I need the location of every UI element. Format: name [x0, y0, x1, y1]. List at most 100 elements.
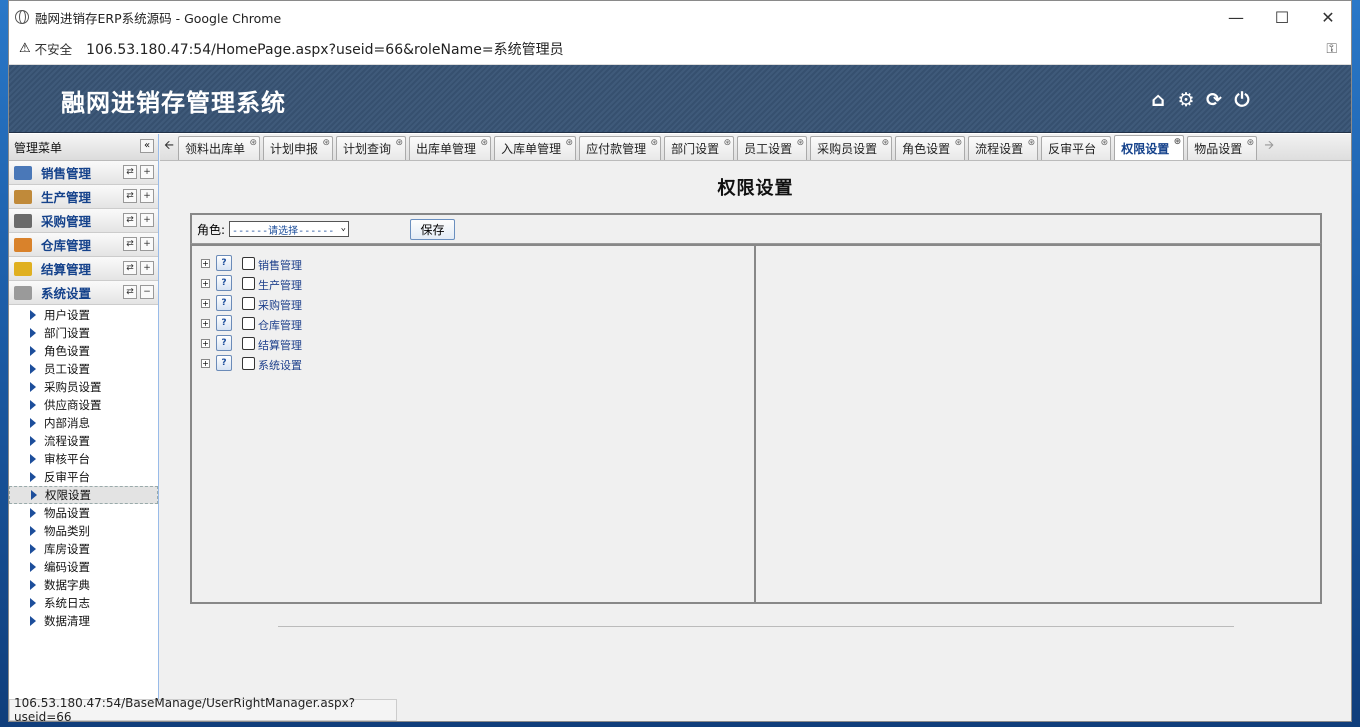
submenu-item[interactable]: 审核平台: [9, 450, 158, 468]
refresh-small-icon[interactable]: ⇄: [123, 213, 137, 227]
tree-checkbox[interactable]: [242, 316, 255, 330]
refresh-small-icon[interactable]: ⇄: [123, 165, 137, 179]
close-button[interactable]: ✕: [1305, 1, 1351, 33]
url-text[interactable]: 106.53.180.47:54/HomePage.aspx?useid=66&…: [86, 39, 563, 59]
tab-picking-outbound[interactable]: 领料出库单 ⊛: [178, 136, 261, 160]
submenu-item[interactable]: 用户设置: [9, 306, 158, 324]
expand-icon[interactable]: +: [140, 165, 154, 179]
submenu-item[interactable]: 系统日志: [9, 594, 158, 612]
close-icon[interactable]: ⊛: [724, 138, 732, 148]
expand-icon[interactable]: +: [201, 318, 210, 328]
module-system[interactable]: 系统设置 ⇄ −: [9, 281, 158, 305]
submenu-item[interactable]: 反审平台: [9, 468, 158, 486]
tree-checkbox[interactable]: [242, 356, 255, 370]
close-icon[interactable]: ⊛: [882, 138, 890, 148]
tree-checkbox[interactable]: [242, 256, 255, 270]
expand-icon[interactable]: +: [140, 261, 154, 275]
submenu-item[interactable]: 角色设置: [9, 342, 158, 360]
warning-icon[interactable]: ⚠: [19, 41, 31, 56]
close-icon[interactable]: ⊛: [566, 138, 574, 148]
role-select[interactable]: ------请选择------ ⌄: [229, 221, 350, 237]
submenu-item[interactable]: 部门设置: [9, 324, 158, 342]
submenu-item[interactable]: 编码设置: [9, 558, 158, 576]
expand-icon[interactable]: +: [140, 213, 154, 227]
refresh-small-icon[interactable]: ⇄: [123, 261, 137, 275]
module-settlement[interactable]: 结算管理 ⇄ +: [9, 257, 158, 281]
tree-label[interactable]: 采购管理: [258, 297, 302, 313]
tab-plan-query[interactable]: 计划查询 ⊛: [336, 136, 407, 160]
tab-buyer[interactable]: 采购员设置 ⊛: [810, 136, 893, 160]
insecure-label[interactable]: 不安全: [35, 39, 73, 58]
close-icon[interactable]: ⊛: [651, 138, 659, 148]
tree-checkbox[interactable]: [242, 276, 255, 290]
tab-role[interactable]: 角色设置 ⊛: [895, 136, 966, 160]
minimize-button[interactable]: —: [1213, 1, 1259, 33]
module-purchase[interactable]: 采购管理 ⇄ +: [9, 209, 158, 233]
close-icon[interactable]: ⊛: [396, 138, 404, 148]
close-icon[interactable]: ⊛: [1174, 137, 1182, 147]
save-button[interactable]: 保存: [410, 218, 456, 240]
expand-icon[interactable]: +: [201, 258, 210, 268]
submenu-item[interactable]: 流程设置: [9, 432, 158, 450]
tree-label[interactable]: 销售管理: [258, 257, 302, 273]
tab-inbound-manage[interactable]: 入库单管理 ⊛: [494, 136, 577, 160]
tab-scroll-left-icon[interactable]: 🡨: [160, 133, 178, 160]
module-sales[interactable]: 销售管理 ⇄ +: [9, 161, 158, 185]
tab-permissions[interactable]: 权限设置 ⊛: [1114, 135, 1185, 160]
submenu-item-active[interactable]: 权限设置: [9, 486, 158, 504]
tab-employee[interactable]: 员工设置 ⊛: [737, 136, 808, 160]
close-icon[interactable]: ⊛: [1101, 138, 1109, 148]
submenu-item[interactable]: 库房设置: [9, 540, 158, 558]
submenu-item[interactable]: 数据清理: [9, 612, 158, 630]
tab-item-settings[interactable]: 物品设置 ⊛: [1187, 136, 1258, 160]
refresh-small-icon[interactable]: ⇄: [123, 237, 137, 251]
collapse-icon[interactable]: −: [140, 285, 154, 299]
close-icon[interactable]: ⊛: [1247, 138, 1255, 148]
tree-node[interactable]: +? 仓库管理: [201, 313, 754, 333]
expand-icon[interactable]: +: [201, 338, 210, 348]
close-icon[interactable]: ⊛: [955, 138, 963, 148]
module-production[interactable]: 生产管理 ⇄ +: [9, 185, 158, 209]
tree-node[interactable]: +? 销售管理: [201, 253, 754, 273]
tab-plan-declare[interactable]: 计划申报 ⊛: [263, 136, 334, 160]
expand-icon[interactable]: +: [140, 237, 154, 251]
tree-node[interactable]: +? 结算管理: [201, 333, 754, 353]
expand-icon[interactable]: +: [201, 358, 210, 368]
tree-node[interactable]: +? 生产管理: [201, 273, 754, 293]
submenu-item[interactable]: 供应商设置: [9, 396, 158, 414]
submenu-item[interactable]: 物品类别: [9, 522, 158, 540]
tree-checkbox[interactable]: [242, 296, 255, 310]
expand-icon[interactable]: +: [201, 298, 210, 308]
refresh-icon[interactable]: ⟳: [1203, 89, 1225, 111]
submenu-item[interactable]: 员工设置: [9, 360, 158, 378]
maximize-button[interactable]: ☐: [1259, 1, 1305, 33]
tab-reverse-audit[interactable]: 反审平台 ⊛: [1041, 136, 1112, 160]
home-icon[interactable]: ⌂: [1147, 89, 1169, 111]
close-icon[interactable]: ⊛: [481, 138, 489, 148]
submenu-item[interactable]: 数据字典: [9, 576, 158, 594]
expand-icon[interactable]: +: [140, 189, 154, 203]
power-icon[interactable]: ⏻: [1231, 89, 1253, 111]
tab-outbound-manage[interactable]: 出库单管理 ⊛: [409, 136, 492, 160]
tab-scroll-right-icon[interactable]: 🡪: [1260, 133, 1278, 160]
close-icon[interactable]: ⊛: [1028, 138, 1036, 148]
key-icon[interactable]: ⚿: [1326, 41, 1337, 57]
address-bar[interactable]: ⚠ 不安全 106.53.180.47:54/HomePage.aspx?use…: [9, 33, 1351, 65]
submenu-item[interactable]: 采购员设置: [9, 378, 158, 396]
tree-label[interactable]: 结算管理: [258, 337, 302, 353]
expand-icon[interactable]: +: [201, 278, 210, 288]
tree-node[interactable]: +? 采购管理: [201, 293, 754, 313]
submenu-item[interactable]: 物品设置: [9, 504, 158, 522]
tab-payables[interactable]: 应付款管理 ⊛: [579, 136, 662, 160]
close-icon[interactable]: ⊛: [249, 138, 257, 148]
refresh-small-icon[interactable]: ⇄: [123, 189, 137, 203]
sidebar-collapse-button[interactable]: «: [140, 139, 154, 153]
tree-label[interactable]: 生产管理: [258, 277, 302, 293]
tab-workflow[interactable]: 流程设置 ⊛: [968, 136, 1039, 160]
gear-icon[interactable]: ⚙: [1175, 89, 1197, 111]
refresh-small-icon[interactable]: ⇄: [123, 285, 137, 299]
tree-checkbox[interactable]: [242, 336, 255, 350]
tree-label[interactable]: 系统设置: [258, 357, 302, 373]
tab-department[interactable]: 部门设置 ⊛: [664, 136, 735, 160]
close-icon[interactable]: ⊛: [322, 138, 330, 148]
